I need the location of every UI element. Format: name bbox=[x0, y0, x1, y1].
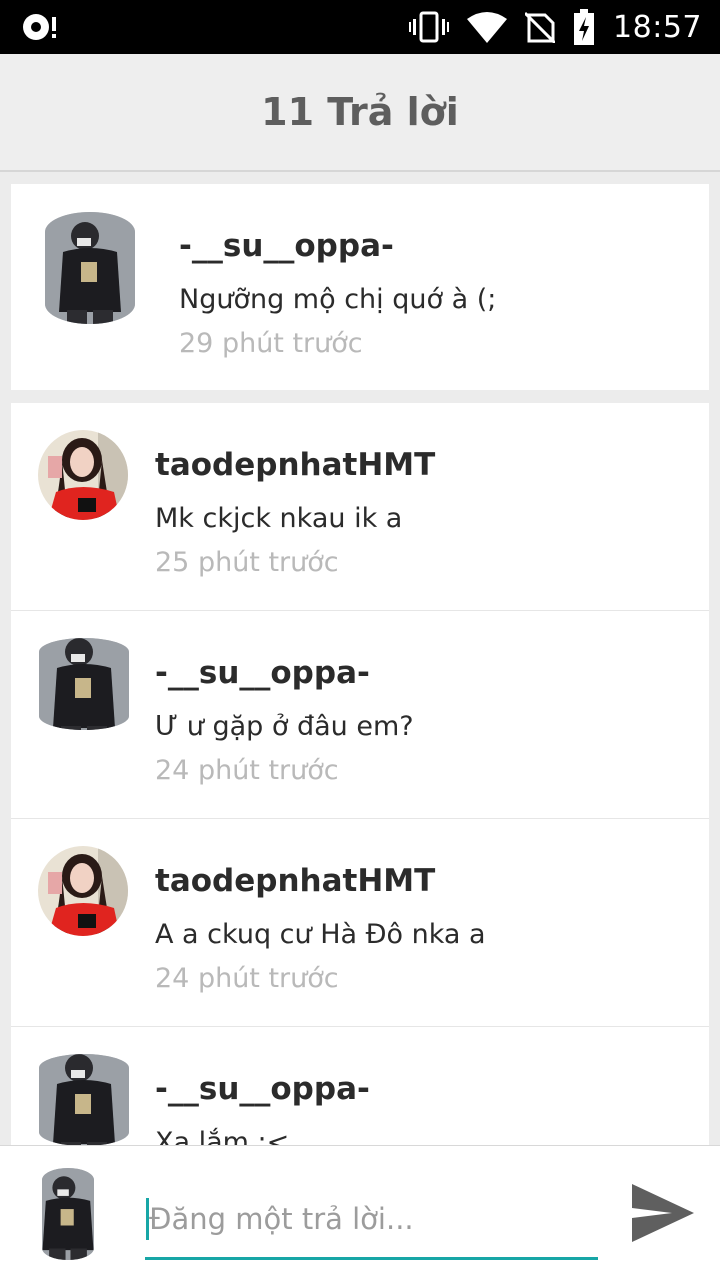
text-cursor bbox=[146, 1198, 149, 1240]
wifi-icon bbox=[467, 12, 508, 43]
reply-username[interactable]: -__su__oppa- bbox=[155, 1071, 370, 1107]
status-bar: 18:57 bbox=[0, 0, 720, 54]
reply-username[interactable]: taodepnhatHMT bbox=[155, 447, 435, 483]
replies-list[interactable]: taodepnhatHMT Mk ckjck nkau ik a 25 phút… bbox=[11, 403, 709, 1145]
my-avatar bbox=[42, 1168, 94, 1260]
list-item[interactable]: -__su__oppa- Xa lắm :< bbox=[11, 1027, 709, 1145]
list-item[interactable]: taodepnhatHMT A a ckuq cư Hà Đô nka a 24… bbox=[11, 819, 709, 1027]
reply-username[interactable]: -__su__oppa- bbox=[155, 655, 370, 691]
reply-timestamp: 25 phút trước bbox=[155, 547, 339, 578]
avatar[interactable] bbox=[39, 638, 129, 730]
reply-message: Mk ckjck nkau ik a bbox=[155, 503, 403, 534]
page-title: 11 Trả lời bbox=[261, 90, 459, 134]
record-icon bbox=[23, 14, 56, 40]
comment-timestamp: 29 phút trước bbox=[179, 328, 363, 359]
reply-username[interactable]: taodepnhatHMT bbox=[155, 863, 435, 899]
reply-message: A a ckuq cư Hà Đô nka a bbox=[155, 919, 486, 950]
reply-input[interactable] bbox=[145, 1184, 598, 1254]
reply-message: Xa lắm :< bbox=[155, 1127, 290, 1145]
no-sim-icon bbox=[525, 11, 556, 43]
avatar[interactable] bbox=[38, 430, 128, 520]
reply-message: Ư ư gặp ở đâu em? bbox=[155, 711, 414, 742]
reply-timestamp: 24 phút trước bbox=[155, 755, 339, 786]
comment-username[interactable]: -__su__oppa- bbox=[179, 228, 394, 264]
reply-compose-bar bbox=[0, 1145, 720, 1280]
status-time: 18:57 bbox=[613, 9, 702, 45]
comment-message: Ngưỡng mộ chị quớ à (; bbox=[179, 284, 497, 315]
battery-charging-icon bbox=[574, 9, 595, 45]
avatar[interactable] bbox=[38, 846, 128, 936]
avatar[interactable] bbox=[39, 1054, 129, 1145]
avatar[interactable] bbox=[45, 212, 135, 324]
reply-timestamp: 24 phút trước bbox=[155, 963, 339, 994]
root-comment[interactable]: -__su__oppa- Ngưỡng mộ chị quớ à (; 29 p… bbox=[11, 184, 709, 390]
vibrate-icon bbox=[409, 11, 450, 43]
app-bar: 11 Trả lời bbox=[0, 54, 720, 172]
reply-input-wrapper bbox=[145, 1184, 598, 1260]
list-item[interactable]: -__su__oppa- Ư ư gặp ở đâu em? 24 phút t… bbox=[11, 611, 709, 819]
list-item[interactable]: taodepnhatHMT Mk ckjck nkau ik a 25 phút… bbox=[11, 403, 709, 611]
send-icon[interactable] bbox=[628, 1180, 698, 1246]
root-comment-card: -__su__oppa- Ngưỡng mộ chị quớ à (; 29 p… bbox=[11, 184, 709, 390]
